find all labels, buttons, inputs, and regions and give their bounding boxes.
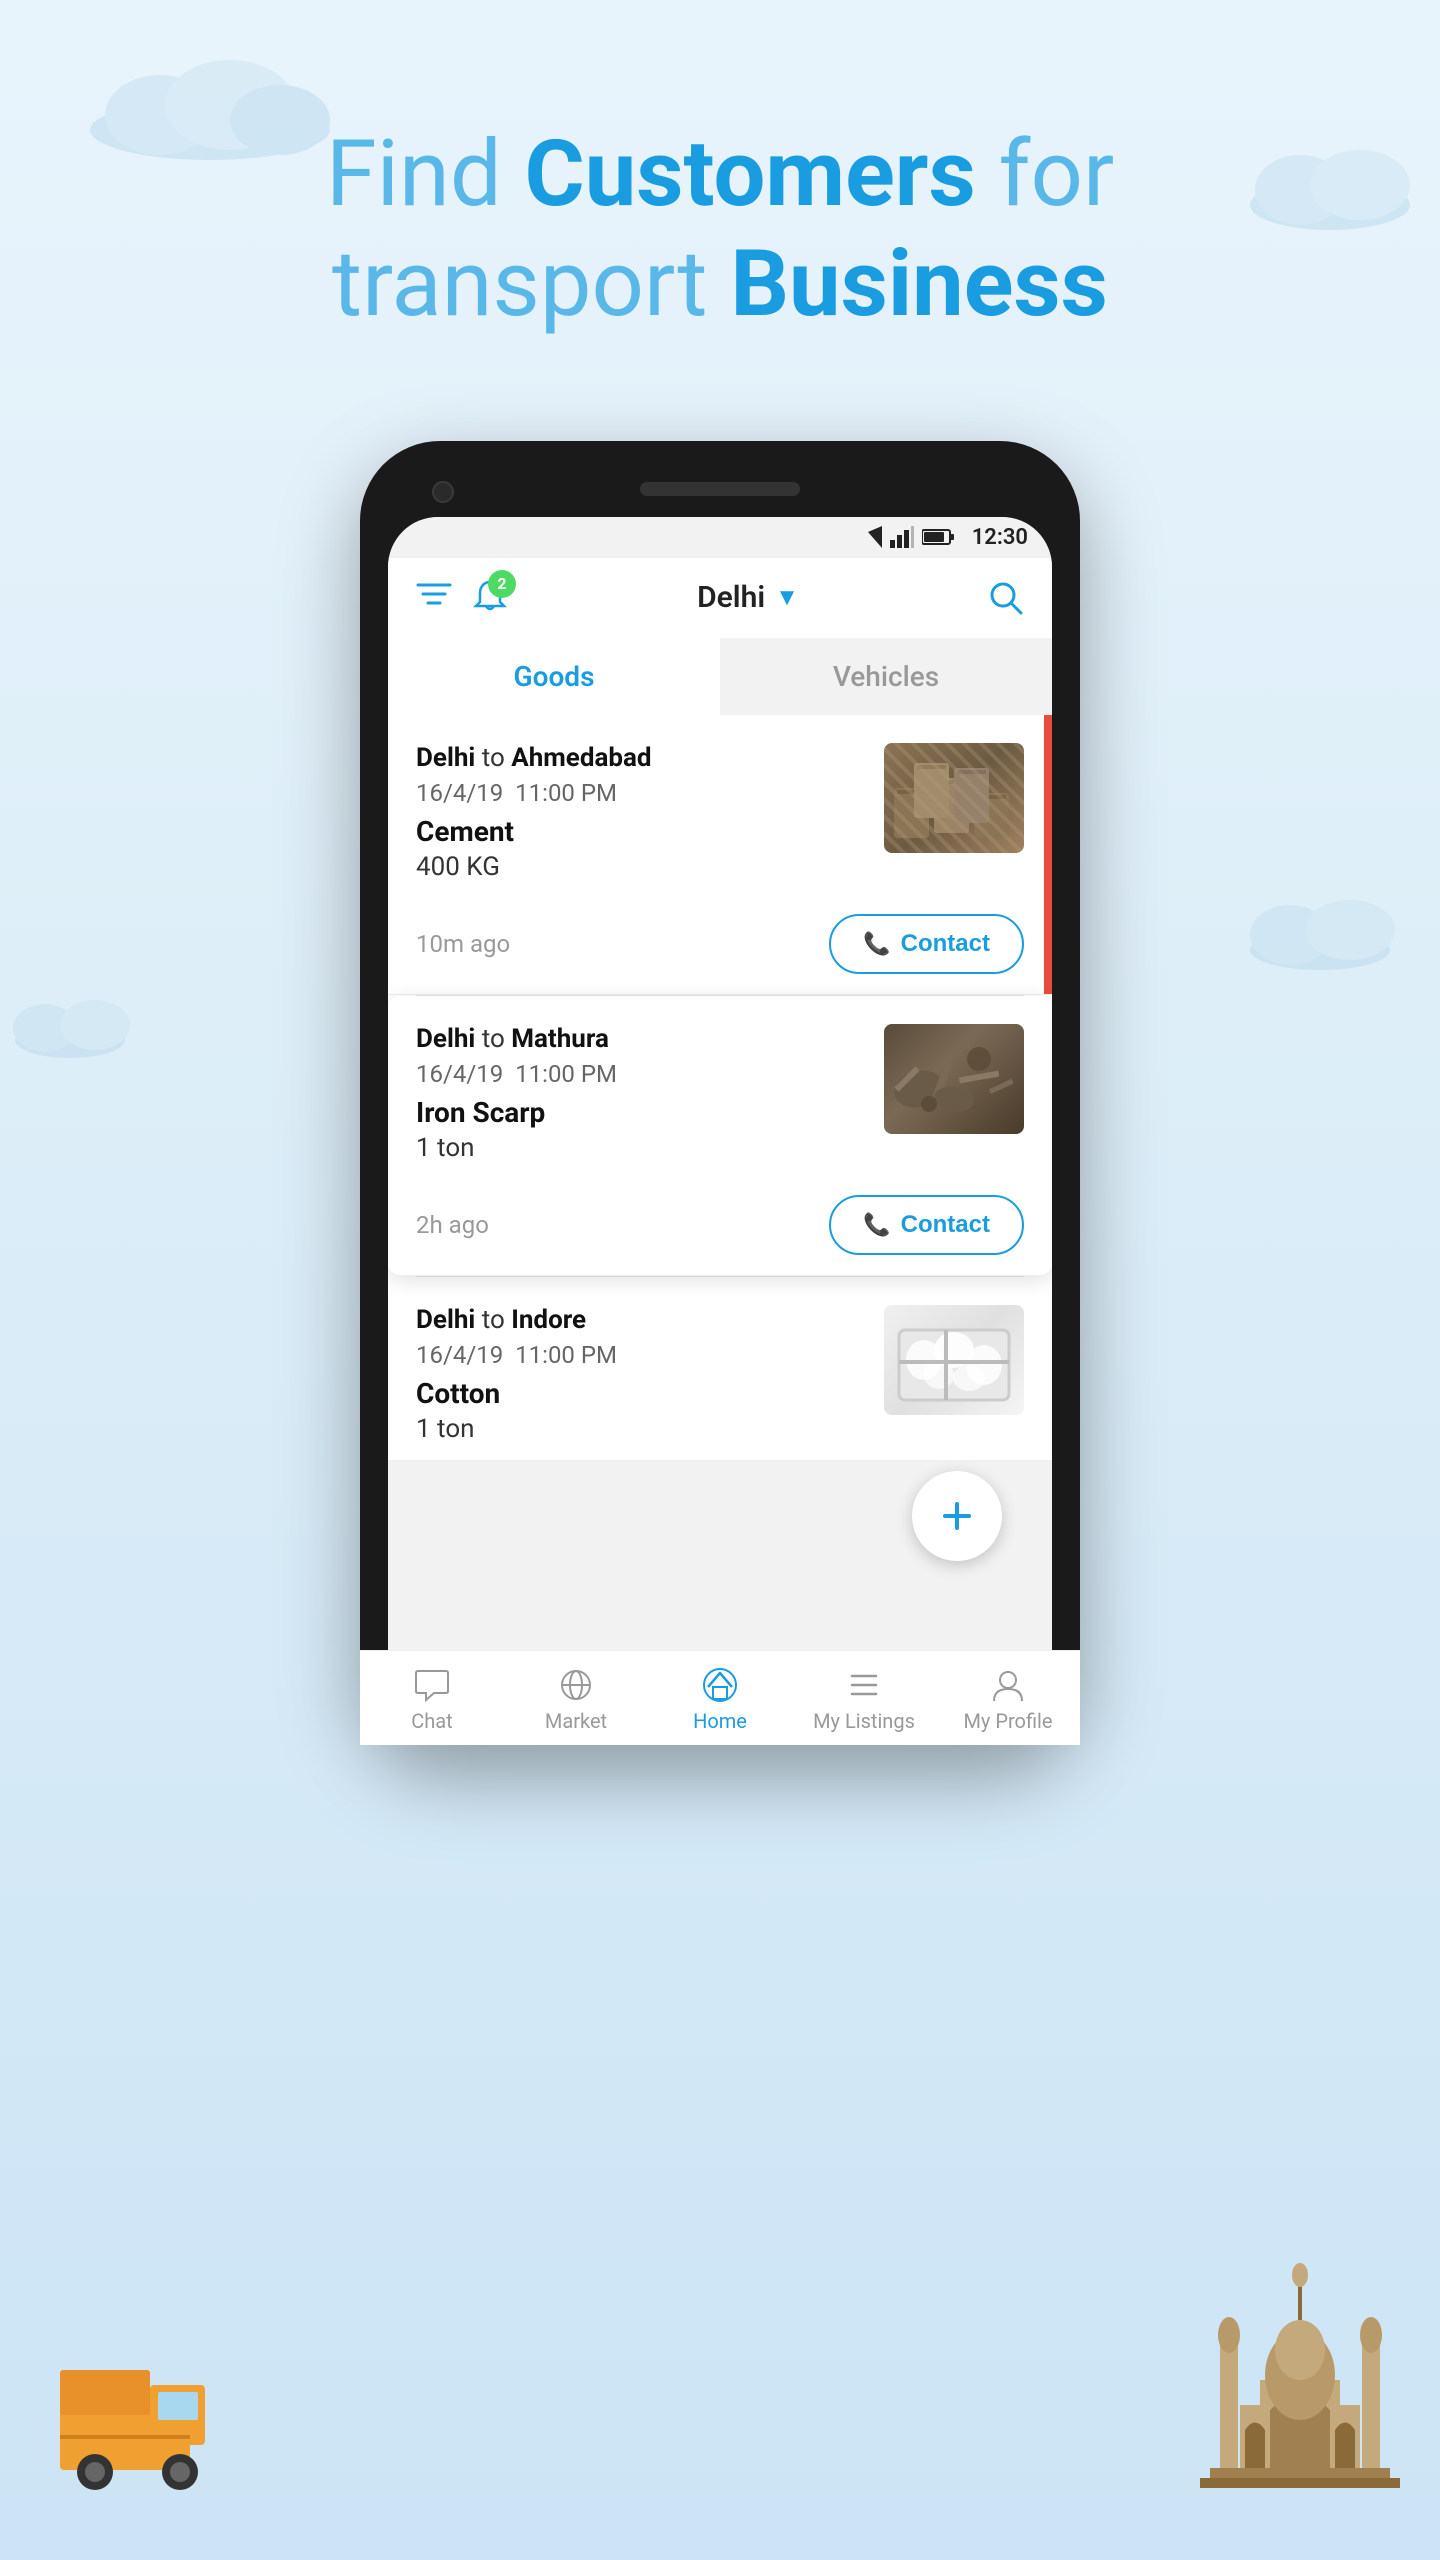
- notification-badge: 2: [488, 570, 516, 598]
- goods-vehicles-tabs: Goods Vehicles: [388, 638, 1052, 715]
- hero-line2: transport Business: [332, 231, 1108, 338]
- notification-button[interactable]: 2: [472, 578, 508, 618]
- listing-card-0: Delhi to Ahmedabad 16/4/19 11:00 PM Ceme…: [388, 715, 1052, 995]
- time-ago-1: 2h ago: [416, 1211, 489, 1239]
- home-nav-icon: [702, 1667, 738, 1703]
- hero-title: Find Customers for transport Business: [0, 120, 1440, 341]
- phone-screen: 12:30: [388, 517, 1052, 1717]
- phone-outer: 12:30: [360, 441, 1080, 1745]
- location-label: Delhi: [697, 580, 765, 615]
- chat-nav-icon: [414, 1667, 450, 1703]
- dropdown-arrow-icon: ▼: [775, 583, 799, 612]
- contact-button-0[interactable]: 📞 Contact: [829, 914, 1024, 974]
- status-time: 12:30: [972, 525, 1028, 550]
- profile-nav-icon: [990, 1667, 1026, 1703]
- nav-label-listings: My Listings: [813, 1709, 915, 1717]
- listing-card-2: Delhi to Indore 16/4/19 11:00 PM Cotton …: [388, 1277, 1052, 1461]
- bottom-navigation: Chat Market Home: [388, 1650, 1052, 1717]
- building-decoration: [1200, 2220, 1400, 2500]
- listing-weight-1: 1 ton: [416, 1133, 1024, 1163]
- status-bar: 12:30: [388, 517, 1052, 558]
- phone-icon-0: 📞: [863, 931, 890, 957]
- phone-speaker: [640, 482, 800, 496]
- time-ago-0: 10m ago: [416, 930, 510, 958]
- nav-item-profile[interactable]: My Profile: [936, 1667, 1052, 1717]
- cotton-image: [884, 1305, 1024, 1415]
- listing-image-2: [884, 1305, 1024, 1415]
- nav-item-home[interactable]: Home: [648, 1667, 792, 1717]
- scrap-image: [884, 1024, 1024, 1134]
- signal-icon: [890, 526, 914, 548]
- header-left: 2: [416, 578, 508, 618]
- location-selector[interactable]: Delhi ▼: [697, 580, 799, 615]
- phone-camera: [432, 481, 454, 503]
- tab-goods[interactable]: Goods: [388, 638, 720, 715]
- phone-icon-1: 📞: [863, 1212, 890, 1238]
- nav-label-market: Market: [545, 1709, 607, 1717]
- listing-image-1: [884, 1024, 1024, 1134]
- nav-label-chat: Chat: [411, 1709, 452, 1717]
- cement-image: [884, 743, 1024, 853]
- fab-area: [388, 1461, 1052, 1581]
- listings-container: Delhi to Ahmedabad 16/4/19 11:00 PM Ceme…: [388, 715, 1052, 1461]
- truck-decoration: [40, 2340, 240, 2500]
- nav-label-profile: My Profile: [963, 1709, 1052, 1717]
- battery-icon: [922, 528, 954, 546]
- fab-add-button[interactable]: [912, 1471, 1002, 1561]
- status-icons: [854, 526, 954, 548]
- listing-card-1: Delhi to Mathura 16/4/19 11:00 PM Iron S…: [388, 996, 1052, 1276]
- hero-section: Find Customers for transport Business: [0, 0, 1440, 401]
- nav-item-chat[interactable]: Chat: [388, 1667, 504, 1717]
- wifi-icon: [854, 526, 882, 548]
- plus-icon: [937, 1496, 977, 1536]
- nav-item-market[interactable]: Market: [504, 1667, 648, 1717]
- market-nav-icon: [558, 1667, 594, 1703]
- listing-weight-0: 400 KG: [416, 852, 1024, 882]
- phone-notch: [388, 469, 1052, 509]
- listing-footer-1: 2h ago 📞 Contact: [416, 1179, 1024, 1275]
- listing-image-0: [884, 743, 1024, 853]
- listings-nav-icon: [846, 1667, 882, 1703]
- search-icon[interactable]: [988, 580, 1024, 616]
- accent-bar: [1044, 715, 1052, 994]
- listing-footer-0: 10m ago 📞 Contact: [416, 898, 1024, 994]
- hero-line1: Find Customers for: [326, 121, 1114, 228]
- tab-vehicles[interactable]: Vehicles: [720, 638, 1052, 715]
- listing-weight-2: 1 ton: [416, 1414, 1024, 1444]
- nav-item-listings[interactable]: My Listings: [792, 1667, 936, 1717]
- filter-icon[interactable]: [416, 578, 452, 618]
- phone-mockup: 12:30: [0, 441, 1440, 1745]
- contact-button-1[interactable]: 📞 Contact: [829, 1195, 1024, 1255]
- nav-label-home: Home: [693, 1709, 747, 1717]
- app-header: 2 Delhi ▼: [388, 558, 1052, 638]
